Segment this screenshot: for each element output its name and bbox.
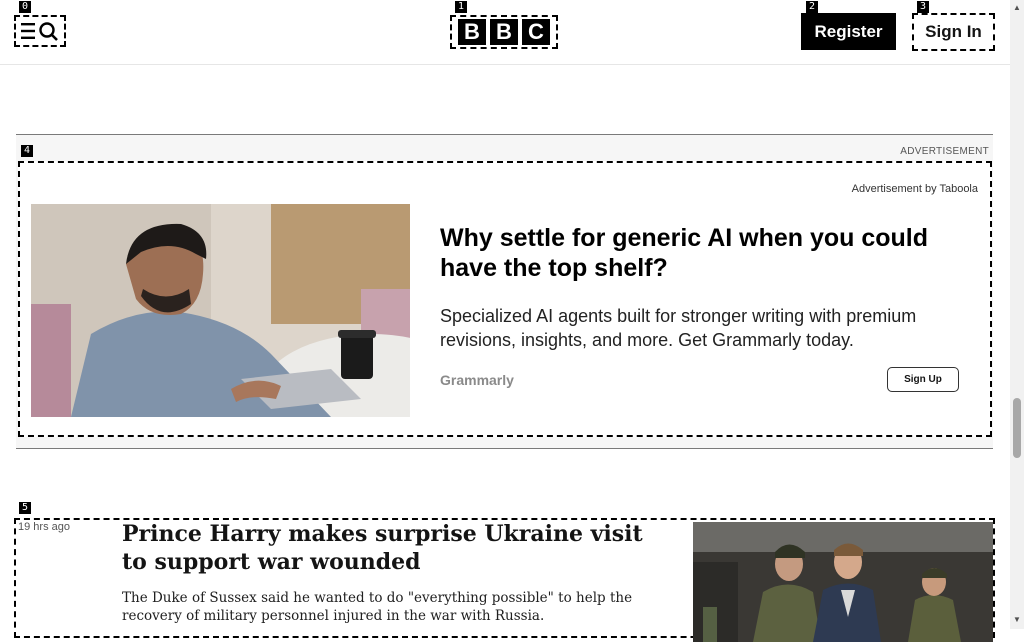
scroll-up-arrow-icon[interactable]: ▲ xyxy=(1013,4,1021,12)
ad-headline[interactable]: Why settle for generic AI when you could… xyxy=(440,223,970,283)
story-headline[interactable]: Prince Harry makes surprise Ukraine visi… xyxy=(122,520,662,576)
element-marker: 1 xyxy=(455,1,468,13)
story-image[interactable] xyxy=(693,522,993,642)
story-summary: The Duke of Sussex said he wanted to do … xyxy=(122,590,633,624)
menu-search-icon xyxy=(21,22,58,41)
advertisement-section: 4 ADVERTISEMENT Advertisement by Taboola xyxy=(16,134,993,449)
sign-in-button[interactable]: Sign In xyxy=(912,13,995,51)
story-photo-prince-harry-ukraine xyxy=(693,522,993,642)
ad-image[interactable] xyxy=(31,204,410,417)
site-header: 0 1 B B C 2 Register 3 Sign In xyxy=(0,0,1010,65)
advertisement-label: ADVERTISEMENT xyxy=(900,146,989,157)
element-marker: 5 xyxy=(19,502,32,514)
page-scrollbar[interactable]: ▲ ▼ xyxy=(1010,0,1024,629)
ad-brand[interactable]: Grammarly xyxy=(440,372,514,388)
element-marker: 3 xyxy=(917,1,930,13)
ad-description[interactable]: Specialized AI agents built for stronger… xyxy=(440,304,960,352)
element-marker: 2 xyxy=(806,1,819,13)
bbc-logo[interactable]: B B C xyxy=(450,15,558,49)
story-timestamp: 19 hrs ago xyxy=(18,521,70,533)
sponsored-ad-card[interactable]: Advertisement by Taboola Why settle for … xyxy=(18,161,992,437)
ad-sign-up-button[interactable]: Sign Up xyxy=(887,367,959,392)
element-marker: 4 xyxy=(21,145,34,157)
news-story-card[interactable]: 19 hrs ago Prince Harry makes surprise U… xyxy=(14,518,995,642)
element-marker: 0 xyxy=(19,1,32,13)
menu-search-button[interactable] xyxy=(14,15,66,47)
logo-letter: B xyxy=(490,19,518,45)
logo-letter: C xyxy=(522,19,550,45)
logo-letter: B xyxy=(458,19,486,45)
register-button[interactable]: Register xyxy=(801,13,896,50)
ad-provider-label[interactable]: Advertisement by Taboola xyxy=(852,183,978,195)
ad-photo-man-laptop xyxy=(31,204,410,417)
scroll-thumb[interactable] xyxy=(1013,398,1021,458)
scroll-down-arrow-icon[interactable]: ▼ xyxy=(1013,616,1021,624)
